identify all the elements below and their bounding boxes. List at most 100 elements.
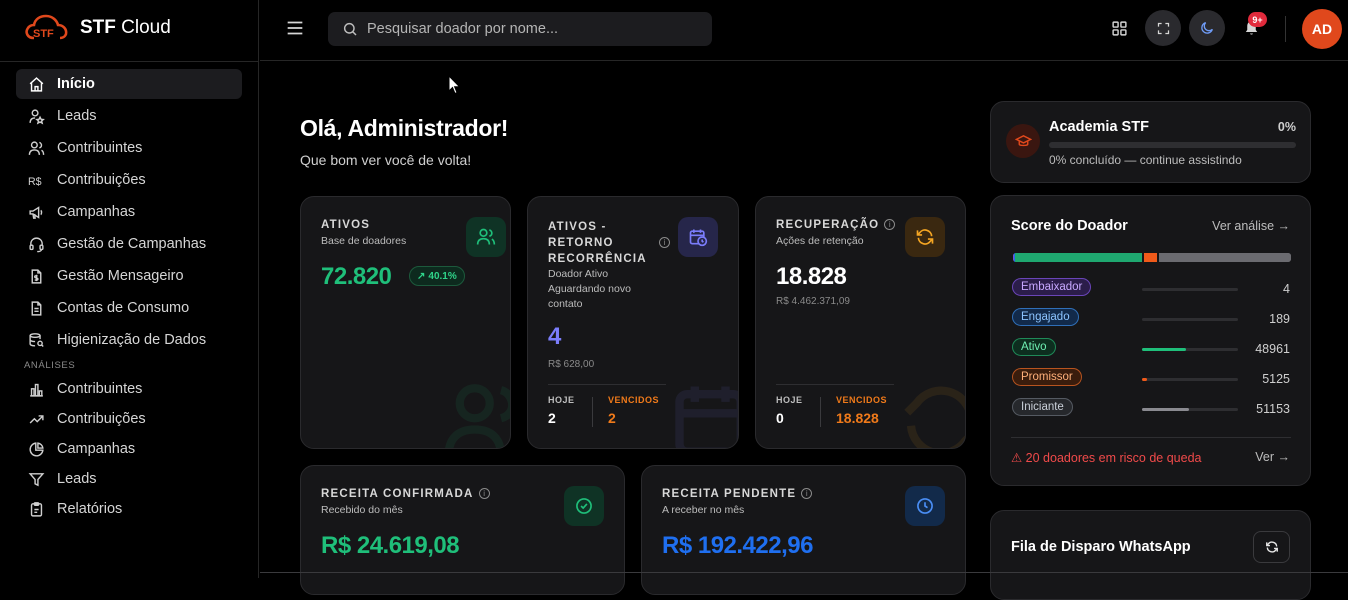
card-subtitle-line: Aguardando novo [548, 283, 631, 295]
sidebar-item-label: Leads [57, 108, 97, 124]
card-ativos[interactable]: ATIVOS Base de doadores 72.820 ↗ 40.1% [300, 196, 511, 449]
database-search-icon [29, 332, 44, 347]
due-value: 18.828 [836, 410, 879, 426]
card-subtitle: Recebido do mês [321, 504, 403, 516]
apps-grid-button[interactable] [1101, 10, 1137, 46]
brand[interactable]: STF STF Cloud [24, 12, 171, 44]
sidebar-item-label: Contas de Consumo [57, 300, 190, 316]
sidebar-item-label: Início [57, 76, 95, 92]
pie-chart-icon [29, 441, 44, 456]
notification-badge: 9+ [1248, 12, 1267, 27]
headset-icon [29, 236, 44, 252]
divider [820, 397, 821, 427]
sidebar-item-contas-consumo[interactable]: Contas de Consumo [16, 293, 242, 323]
divider [592, 397, 593, 427]
sidebar-item-analise-leads[interactable]: Leads [16, 465, 242, 493]
theme-toggle-button[interactable] [1189, 10, 1225, 46]
card-title: ATIVOS [321, 219, 371, 231]
score-count: 4 [1283, 282, 1290, 296]
academia-progress-track [1049, 142, 1296, 148]
card-title-text: RECUPERAÇÃO [776, 219, 880, 231]
avatar[interactable]: AD [1302, 9, 1342, 49]
refresh-icon [916, 229, 934, 245]
card-amount: R$ 4.462.371,09 [776, 296, 850, 307]
due-value: 2 [608, 410, 616, 426]
trend-badge: ↗ 40.1% [409, 266, 465, 286]
bar-chart-icon [30, 383, 43, 397]
card-amount: R$ 628,00 [548, 359, 595, 370]
segment-ativo [1015, 253, 1142, 262]
card-value: 72.820 [321, 263, 392, 290]
megaphone-icon [29, 205, 43, 219]
card-subtitle-line: Doador Ativo [548, 268, 609, 280]
sidebar-item-gestao-campanhas[interactable]: Gestão de Campanhas [16, 229, 242, 259]
sidebar-item-label: Campanhas [57, 441, 136, 457]
svg-text:STF: STF [33, 28, 54, 40]
refresh-watermark-icon [904, 386, 965, 448]
card-title-text: RECEITA CONFIRMADA [321, 488, 474, 500]
trend-value: 40.1% [428, 270, 457, 282]
file-text-icon [31, 300, 42, 316]
info-icon[interactable]: i [884, 219, 896, 230]
page-title: Olá, Administrador! [300, 115, 509, 141]
sidebar-item-gestao-mensageiro[interactable]: Gestão Mensageiro [16, 261, 242, 291]
card-title-line: RETORNO [548, 237, 614, 249]
today-label: HOJE [776, 395, 803, 405]
sidebar-item-leads[interactable]: Leads [16, 101, 242, 131]
card-title: RECEITA CONFIRMADA i [321, 488, 490, 500]
sidebar-item-label: Contribuições [57, 411, 146, 427]
segment-iniciante [1159, 253, 1291, 262]
sidebar-nav: Início Leads Contribuintes R$ Contribuiç… [16, 69, 242, 525]
brand-name: STF [80, 17, 116, 38]
info-icon[interactable]: i [801, 488, 813, 499]
today-label: HOJE [548, 395, 575, 405]
card-value: R$ 192.422,96 [662, 532, 813, 559]
card-title: RECEITA PENDENTE i [662, 488, 813, 500]
card-title-line: RECORRÊNCIA [548, 253, 647, 265]
clipboard-icon [30, 501, 43, 517]
sidebar-item-analise-contribuintes[interactable]: Contribuintes [16, 375, 242, 403]
card-ativos-recorrencia[interactable]: ATIVOS - RETORNO RECORRÊNCIA i Doador At… [527, 196, 739, 449]
score-pill-iniciante: Iniciante [1012, 398, 1073, 416]
today-value: 2 [548, 410, 556, 426]
sidebar-item-contribuintes[interactable]: Contribuintes [16, 133, 242, 163]
calendar-clock-icon [689, 229, 708, 247]
info-icon[interactable]: i [659, 237, 670, 248]
fullscreen-button[interactable] [1145, 10, 1181, 46]
fullscreen-icon [1157, 22, 1169, 34]
sidebar-item-campanhas[interactable]: Campanhas [16, 197, 242, 227]
clock-icon [917, 498, 933, 514]
card-receita-confirmada[interactable]: RECEITA CONFIRMADA i Recebido do mês R$ 2… [300, 465, 625, 595]
sidebar-item-analise-contribuicoes[interactable]: Contribuições [16, 405, 242, 433]
card-recuperacao[interactable]: RECUPERAÇÃO i Ações de retenção 18.828 R$… [755, 196, 966, 449]
trend-up-icon [29, 414, 44, 424]
score-count: 5125 [1262, 372, 1290, 386]
sidebar-item-relatorios[interactable]: Relatórios [16, 495, 242, 523]
sidebar-item-label: Relatórios [57, 501, 123, 517]
users-icon [28, 140, 45, 155]
search-input[interactable]: Pesquisar doador por nome... [328, 12, 712, 46]
card-receita-pendente[interactable]: RECEITA PENDENTE i A receber no mês R$ 19… [641, 465, 966, 595]
sidebar-item-inicio[interactable]: Início [16, 69, 242, 99]
score-analysis-link[interactable]: Ver análise → [1212, 219, 1290, 233]
divider [1011, 437, 1291, 438]
hamburger-menu-icon[interactable] [284, 17, 306, 39]
risk-view-link[interactable]: Ver → [1255, 450, 1290, 464]
card-score-doador: Score do Doador Ver análise → Embaixador… [990, 195, 1311, 486]
file-dollar-icon [31, 268, 42, 284]
score-track-iniciante [1142, 408, 1238, 411]
refresh-button[interactable] [1253, 531, 1290, 563]
refresh-icon [1265, 541, 1278, 553]
divider [1285, 16, 1286, 42]
today-value: 0 [776, 410, 784, 426]
card-academia[interactable]: Academia STF 0% 0% concluído — continue … [990, 101, 1311, 183]
info-icon[interactable]: i [478, 488, 490, 499]
sidebar-item-higienizacao[interactable]: Higienização de Dados [16, 325, 242, 355]
home-icon [29, 76, 44, 92]
sidebar-item-contribuicoes[interactable]: R$ Contribuições [16, 165, 242, 195]
score-pill-embaixador: Embaixador [1012, 278, 1092, 296]
score-track-engajado [1142, 318, 1238, 321]
score-pill-promissor: Promissor [1012, 368, 1082, 386]
sidebar-item-label: Contribuintes [57, 140, 143, 156]
sidebar-item-analise-campanhas[interactable]: Campanhas [16, 435, 242, 463]
